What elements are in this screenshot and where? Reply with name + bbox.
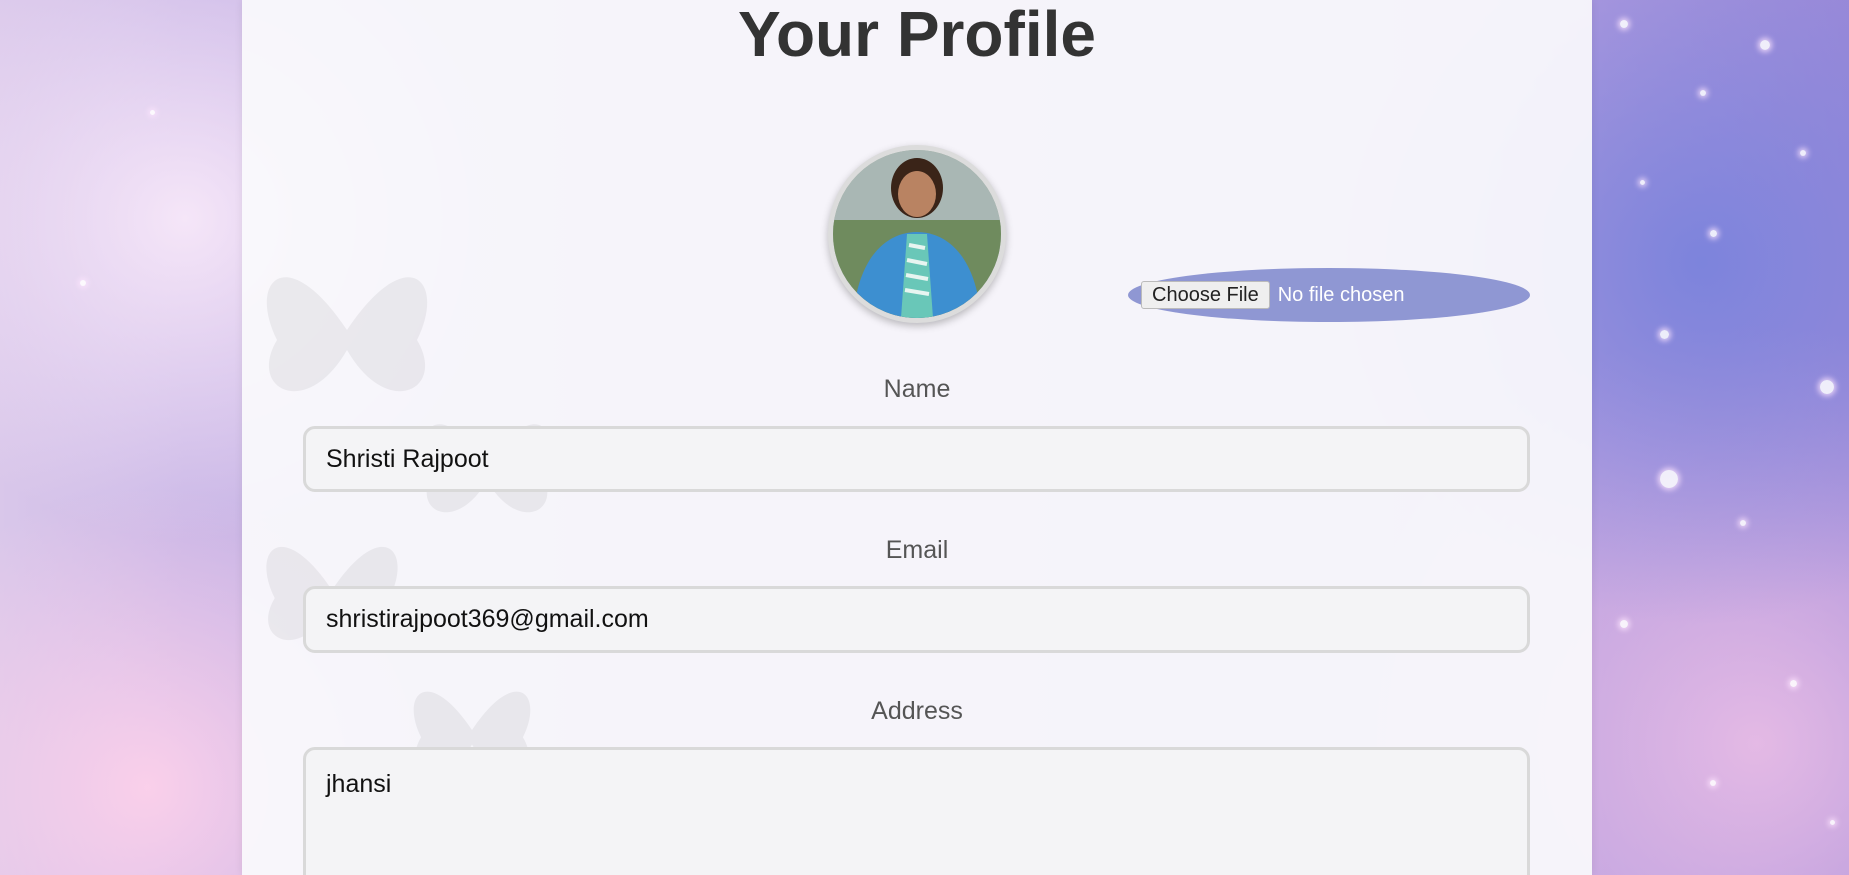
file-status-text: No file chosen bbox=[1277, 283, 1405, 306]
address-textarea[interactable]: jhansi bbox=[303, 747, 1530, 875]
file-chooser[interactable]: Choose File No file chosen bbox=[1128, 268, 1530, 322]
profile-panel: Your Profile Choose File No file chosen … bbox=[242, 0, 1592, 875]
email-input[interactable] bbox=[303, 586, 1530, 653]
choose-file-button[interactable]: Choose File bbox=[1141, 281, 1270, 309]
name-label: Name bbox=[883, 375, 951, 403]
address-label: Address bbox=[871, 697, 963, 725]
email-label: Email bbox=[885, 536, 949, 564]
avatar bbox=[828, 145, 1006, 323]
page-title: Your Profile bbox=[738, 0, 1096, 70]
name-input[interactable] bbox=[303, 426, 1530, 492]
profile-photo bbox=[833, 150, 1001, 318]
